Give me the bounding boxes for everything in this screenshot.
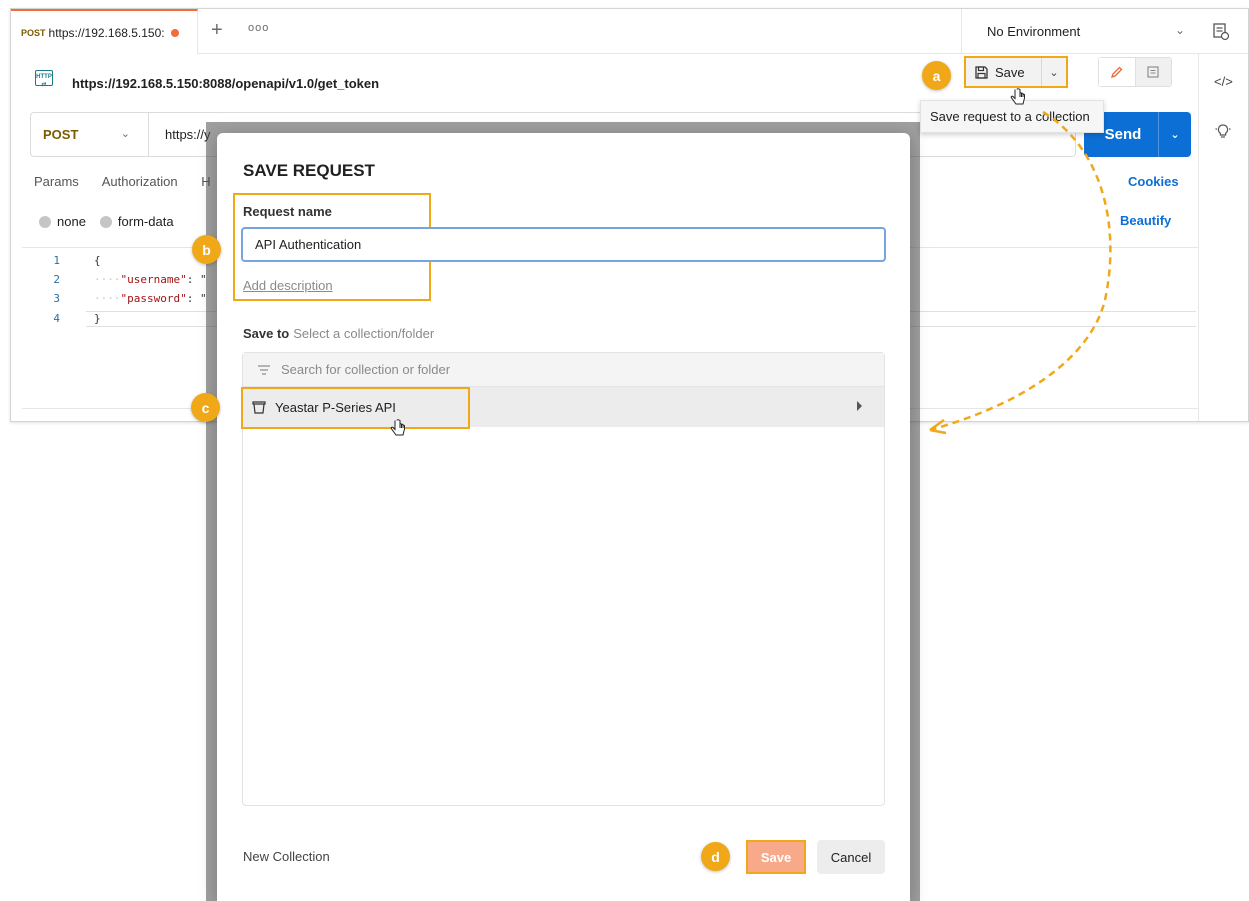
request-title[interactable]: https://192.168.5.150:8088/openapi/v1.0/… xyxy=(72,76,379,91)
code-line: ····"username": " xyxy=(94,273,207,286)
step-badge-a: a xyxy=(922,61,951,90)
code-line: } xyxy=(94,312,101,325)
chevron-down-icon: ⌄ xyxy=(120,128,130,140)
dialog-cancel-button[interactable]: Cancel xyxy=(817,840,885,874)
dialog-save-button[interactable]: Save xyxy=(746,840,806,874)
body-type-options: none form-data xyxy=(39,214,188,229)
cookies-link[interactable]: Cookies xyxy=(1128,174,1179,189)
chevron-down-icon[interactable]: ⌄ xyxy=(1042,66,1066,79)
step-badge-d: d xyxy=(701,842,730,871)
save-to-label: Save to Select a collection/folder xyxy=(243,326,434,341)
line-number: 2 xyxy=(53,273,60,286)
more-tabs-button[interactable]: ooo xyxy=(248,22,269,34)
request-name-input[interactable] xyxy=(241,227,886,262)
save-to-title: Save to xyxy=(243,326,290,341)
body-option-none-label: none xyxy=(57,214,86,229)
method-label: POST xyxy=(43,127,79,142)
view-toggle xyxy=(1098,57,1172,87)
chevron-down-icon[interactable]: ⌄ xyxy=(1158,112,1191,157)
line-number: 3 xyxy=(53,292,60,305)
hand-cursor-icon xyxy=(1010,88,1025,105)
save-button-group: Save ⌄ xyxy=(964,56,1068,88)
environment-label: No Environment xyxy=(987,24,1081,39)
line-number: 4 xyxy=(53,312,60,325)
save-to-hint: Select a collection/folder xyxy=(293,326,435,341)
radio-icon xyxy=(99,215,112,228)
line-number: 1 xyxy=(53,254,60,267)
http-icon: HTTP ⇄ xyxy=(35,70,53,88)
new-collection-link[interactable]: New Collection xyxy=(243,849,330,864)
comment-icon xyxy=(1147,66,1159,78)
save-button[interactable]: Save xyxy=(966,58,1042,86)
filter-icon xyxy=(258,364,270,375)
radio-icon xyxy=(39,215,51,228)
tab-params[interactable]: Params xyxy=(34,174,79,189)
step-badge-b: b xyxy=(192,235,221,264)
chevron-down-icon: ⌄ xyxy=(1174,23,1185,37)
caret-right-icon[interactable] xyxy=(857,401,862,411)
tab-authorization[interactable]: Authorization xyxy=(102,174,178,189)
code-line: { xyxy=(94,254,101,267)
pencil-icon xyxy=(1110,66,1123,79)
collection-search-input[interactable]: Search for collection or folder xyxy=(243,353,884,387)
tab-request[interactable]: POST https://192.168.5.150: xyxy=(11,9,198,54)
body-option-form-data-label: form-data xyxy=(117,214,174,229)
right-sidebar: </> xyxy=(1198,54,1248,421)
comment-mode-button[interactable] xyxy=(1135,58,1171,86)
tab-title: https://192.168.5.150: xyxy=(48,25,165,40)
json-key-username: "username" xyxy=(120,273,187,286)
add-description-link[interactable]: Add description xyxy=(243,278,333,293)
code-line: ····"password": " xyxy=(94,292,207,305)
edit-mode-button[interactable] xyxy=(1099,58,1136,86)
highlight-box-collection xyxy=(241,387,470,429)
save-disk-icon xyxy=(975,65,988,79)
tab-bar: POST https://192.168.5.150: + ooo No Env… xyxy=(11,9,1248,54)
save-label: Save xyxy=(995,64,1025,80)
body-option-form-data[interactable]: form-data xyxy=(99,214,174,229)
request-tabs: Params Authorization H xyxy=(34,174,231,189)
unsaved-dot-icon xyxy=(170,28,179,37)
json-colon: : " xyxy=(186,273,207,286)
hand-cursor-icon xyxy=(390,419,405,436)
json-key-password: "password" xyxy=(120,292,187,305)
lightbulb-icon[interactable] xyxy=(1214,122,1232,140)
environment-select[interactable]: No Environment ⌄ xyxy=(961,9,1199,54)
body-option-none[interactable]: none xyxy=(39,214,86,229)
beautify-link[interactable]: Beautify xyxy=(1120,213,1171,228)
search-placeholder: Search for collection or folder xyxy=(281,362,451,377)
new-tab-button[interactable]: + xyxy=(211,20,223,40)
step-badge-c: c xyxy=(191,393,220,422)
code-icon[interactable]: </> xyxy=(1214,74,1233,89)
json-colon: : " xyxy=(186,292,207,305)
dialog-title: SAVE REQUEST xyxy=(243,161,375,180)
tab-method: POST xyxy=(21,27,46,38)
method-select[interactable]: POST ⌄ xyxy=(31,113,149,156)
environment-icon[interactable] xyxy=(1211,21,1231,41)
save-request-dialog: SAVE REQUEST Request name Add descriptio… xyxy=(217,133,910,901)
url-input[interactable]: https://y xyxy=(165,127,211,142)
request-name-label: Request name xyxy=(243,204,332,219)
